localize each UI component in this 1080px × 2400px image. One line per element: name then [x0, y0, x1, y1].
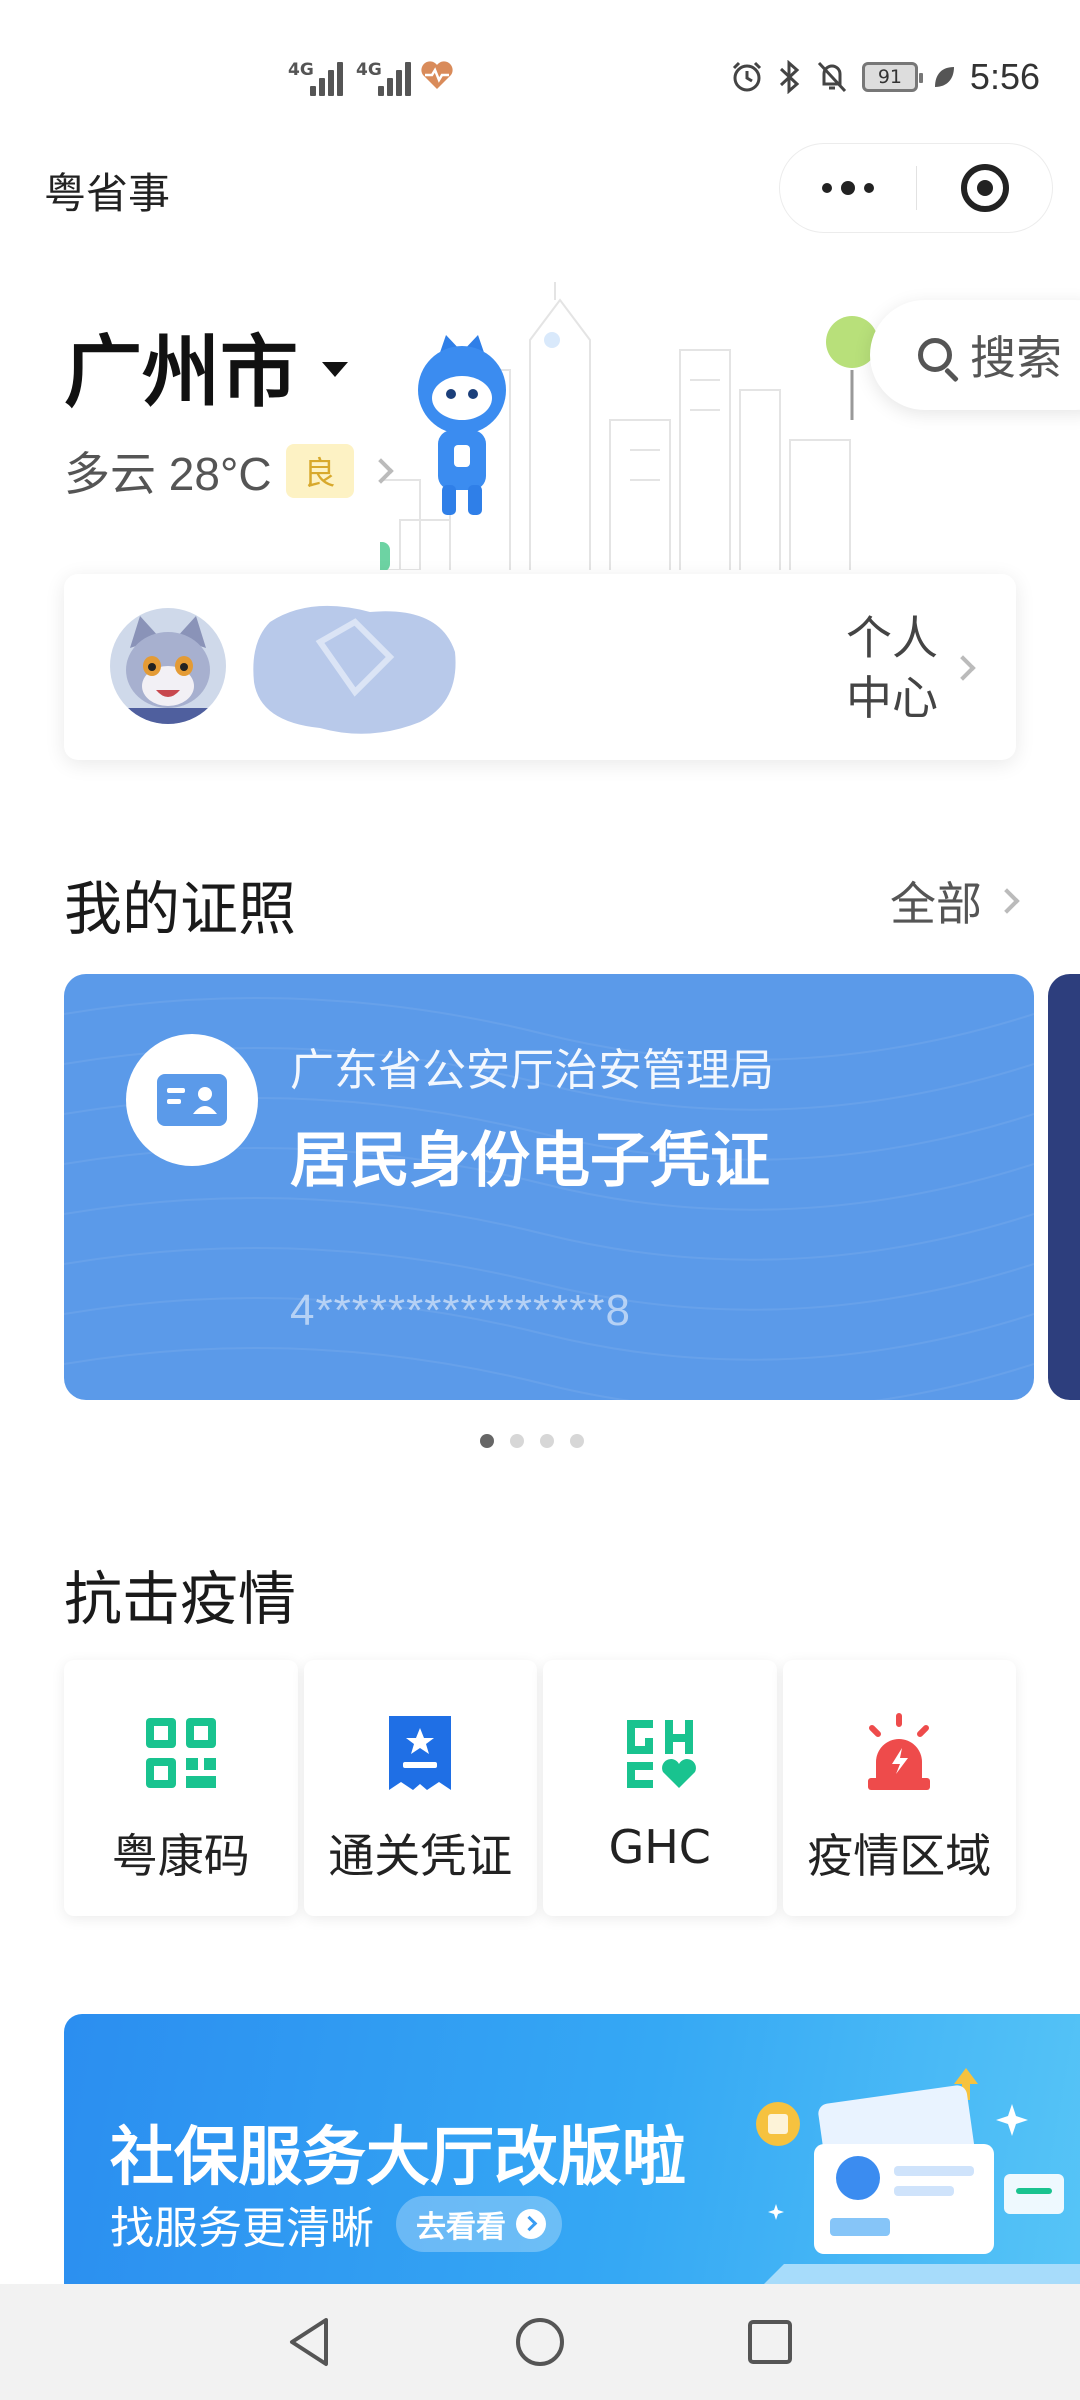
tile-label: 疫情区域 — [807, 1829, 992, 1883]
chevron-right-icon — [994, 888, 1020, 914]
banner-title: 社保服务大厅改版啦 — [110, 2121, 686, 2195]
tile-health-code[interactable]: 粤康码 — [64, 1660, 298, 1916]
see-all-licenses-link[interactable]: 全部 — [890, 868, 1020, 934]
battery-level: 91 — [877, 66, 903, 88]
banner-button-label: 去看看 — [416, 2210, 506, 2245]
qr-code-icon — [145, 1718, 216, 1788]
epidemic-section-title: 抗击疫情 — [64, 1565, 297, 1633]
avatar[interactable] — [110, 608, 226, 724]
card-name: 居民身份电子凭证 — [290, 1126, 770, 1196]
alarm-icon — [732, 61, 761, 92]
back-button[interactable] — [282, 2314, 338, 2370]
home-button[interactable] — [512, 2314, 568, 2370]
tile-label: GHC — [608, 1820, 711, 1874]
pagination-dot-active — [480, 1434, 494, 1448]
status-bar: 4G 4G 91 5:56 — [0, 0, 1080, 150]
clock: 5:56 — [969, 56, 1040, 97]
mascot-figure — [418, 335, 506, 515]
chevron-right-icon — [367, 458, 394, 484]
target-close-icon — [960, 164, 1009, 212]
system-navigation-bar — [0, 2284, 1080, 2400]
air-quality-badge: 良 — [285, 444, 354, 498]
banner-subtitle: 找服务更清晰 — [110, 2203, 374, 2254]
close-mini-program-button[interactable] — [917, 144, 1052, 232]
back-triangle-icon — [290, 2318, 328, 2366]
banner-illustration — [756, 2068, 1080, 2284]
home-circle-icon — [516, 2318, 564, 2366]
weather-info[interactable]: 多云 28°C 良 — [64, 438, 394, 504]
tile-label: 通关凭证 — [328, 1829, 513, 1883]
app-title: 粤省事 — [44, 169, 171, 218]
tile-customs-pass[interactable]: 通关凭证 — [303, 1660, 537, 1916]
health-heart-icon — [421, 61, 453, 89]
licenses-section-title: 我的证照 — [64, 875, 297, 943]
recents-square-icon — [748, 2320, 792, 2364]
chevron-right-icon — [950, 655, 976, 681]
search-label: 搜索 — [970, 331, 1062, 385]
bluetooth-icon — [779, 60, 800, 94]
mute-bell-icon — [817, 61, 847, 93]
personal-center-link[interactable]: 个人中心 — [844, 608, 976, 728]
epidemic-tiles: 粤康码 通关凭证 GHC 疫情区域 — [64, 1660, 1016, 1916]
weather-text: 多云 28°C — [64, 448, 272, 500]
id-card-icon — [126, 1034, 258, 1166]
tile-ghc[interactable]: GHC — [543, 1660, 777, 1916]
city-selector[interactable]: 广州市 — [64, 310, 349, 422]
personal-center-label: 个人中心 — [846, 611, 938, 725]
tile-risk-areas[interactable]: 疫情区域 — [782, 1660, 1016, 1916]
masked-username-image — [253, 605, 456, 734]
social-security-banner[interactable]: 社保服务大厅改版啦 找服务更清晰 去看看 — [64, 2014, 1080, 2284]
more-menu-button[interactable] — [780, 144, 916, 232]
next-card-peek[interactable] — [1048, 974, 1080, 1400]
carousel-pagination — [480, 1434, 584, 1448]
pagination-dot — [570, 1434, 584, 1448]
banner-go-button[interactable]: 去看看 — [396, 2196, 562, 2252]
pagination-dot — [510, 1434, 524, 1448]
arrow-right-icon — [516, 2209, 546, 2239]
id-card[interactable]: 广东省公安厅治安管理局 居民身份电子凭证 4****************8 — [64, 974, 1034, 1400]
search-icon — [918, 338, 952, 372]
search-button[interactable]: 搜索 — [870, 300, 1080, 410]
card-issuer: 广东省公安厅治安管理局 — [290, 1045, 774, 1096]
city-name: 广州市 — [64, 328, 299, 418]
ghc-health-icon — [626, 1720, 696, 1788]
card-number: 4****************8 — [290, 1286, 631, 1335]
tile-label: 粤康码 — [111, 1829, 250, 1883]
user-card[interactable]: 个人中心 — [64, 574, 1016, 760]
battery-icon: 91 — [861, 62, 923, 92]
recents-button[interactable] — [742, 2314, 798, 2370]
pass-ticket-icon — [389, 1716, 452, 1790]
see-all-label: 全部 — [890, 877, 982, 931]
caret-down-icon — [322, 361, 349, 377]
alarm-light-icon — [868, 1713, 931, 1790]
pagination-dot — [540, 1434, 554, 1448]
mini-program-capsule — [780, 144, 1052, 232]
more-dots-icon — [822, 183, 832, 193]
leaf-saver-icon — [934, 67, 954, 87]
